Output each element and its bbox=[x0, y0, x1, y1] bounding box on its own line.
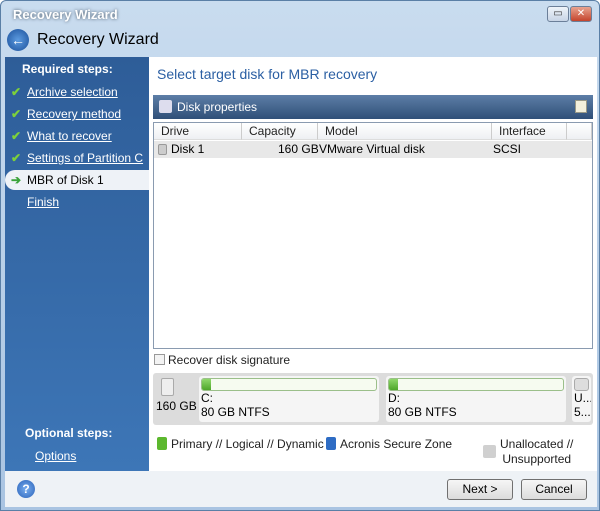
cancel-button[interactable]: Cancel bbox=[521, 479, 587, 500]
column-filler bbox=[567, 123, 592, 140]
green-swatch-icon bbox=[157, 437, 167, 450]
column-drive[interactable]: Drive bbox=[154, 123, 242, 140]
options-link[interactable]: Options bbox=[5, 446, 149, 466]
disk-icon bbox=[158, 144, 167, 155]
disk-properties-label: Disk properties bbox=[177, 100, 258, 114]
disk-map: 160 GB C: 80 GB NTFS D: 80 GB NTFS U... … bbox=[153, 373, 593, 425]
step-label: Finish bbox=[27, 195, 60, 209]
disk-properties-icon bbox=[159, 100, 172, 113]
check-icon: ✔ bbox=[11, 85, 22, 99]
usage-fill bbox=[389, 379, 398, 390]
close-button[interactable]: ✕ bbox=[570, 6, 592, 22]
partition-letter: D: bbox=[388, 391, 400, 405]
minimize-button[interactable]: ▭ bbox=[547, 6, 569, 22]
recover-signature-checkbox[interactable]: Recover disk signature bbox=[154, 353, 290, 367]
disk-icon bbox=[161, 378, 174, 396]
partition-info: 5... bbox=[574, 405, 591, 419]
header-title: Recovery Wizard bbox=[37, 31, 159, 48]
arrow-right-icon: ➔ bbox=[11, 173, 22, 187]
optional-steps-label: Optional steps: bbox=[25, 426, 113, 440]
partition-letter: C: bbox=[201, 391, 213, 405]
step-label: Recovery method bbox=[27, 107, 122, 121]
main-panel: Select target disk for MBR recovery Disk… bbox=[149, 57, 597, 471]
step-label: Settings of Partition C bbox=[27, 151, 144, 165]
legend-primary: Primary // Logical // Dynamic bbox=[157, 437, 324, 451]
step-archive-selection[interactable]: ✔ Archive selection bbox=[5, 82, 149, 102]
step-what-to-recover[interactable]: ✔ What to recover bbox=[5, 126, 149, 146]
disk-size: 160 GB bbox=[156, 399, 197, 413]
step-label: Archive selection bbox=[27, 85, 118, 99]
column-model[interactable]: Model bbox=[318, 123, 492, 140]
back-arrow-icon[interactable]: ← bbox=[7, 29, 29, 51]
footer: ? Next > Cancel bbox=[5, 471, 597, 507]
step-recovery-method[interactable]: ✔ Recovery method bbox=[5, 104, 149, 124]
page-title: Select target disk for MBR recovery bbox=[157, 66, 378, 82]
checkbox-label: Recover disk signature bbox=[168, 353, 291, 367]
wizard-window: Recovery Wizard ▭ ✕ ← Recovery Wizard Re… bbox=[0, 0, 600, 511]
legend-unallocated: Unallocated //Unsupported bbox=[500, 437, 574, 466]
step-label: MBR of Disk 1 bbox=[27, 173, 104, 187]
step-label: What to recover bbox=[27, 129, 112, 143]
step-settings-partition-c[interactable]: ✔ Settings of Partition C bbox=[5, 148, 149, 168]
cell-interface: SCSI bbox=[493, 142, 522, 156]
step-finish[interactable]: Finish bbox=[5, 192, 149, 212]
partition-unallocated[interactable]: U... 5... bbox=[572, 376, 591, 422]
check-icon: ✔ bbox=[11, 151, 22, 165]
required-steps-label: Required steps: bbox=[22, 62, 113, 76]
partition-letter: U... bbox=[574, 391, 591, 405]
column-interface[interactable]: Interface bbox=[492, 123, 567, 140]
properties-page-icon[interactable] bbox=[575, 100, 587, 113]
window-title: Recovery Wizard bbox=[13, 7, 118, 22]
check-icon: ✔ bbox=[11, 129, 22, 143]
partition-c[interactable]: C: 80 GB NTFS bbox=[199, 376, 379, 422]
check-icon: ✔ bbox=[11, 107, 22, 121]
partition-info: 80 GB NTFS bbox=[388, 405, 457, 419]
cell-capacity: 160 GB bbox=[278, 142, 319, 156]
disk-properties-toolbar[interactable]: Disk properties bbox=[153, 95, 593, 119]
checkbox[interactable] bbox=[154, 354, 165, 365]
cell-drive: Disk 1 bbox=[171, 142, 205, 156]
table-row[interactable]: Disk 1 160 GB VMware Virtual disk SCSI bbox=[154, 141, 592, 158]
partition-info: 80 GB NTFS bbox=[201, 405, 270, 419]
legend-asz: Acronis Secure Zone bbox=[326, 437, 452, 451]
next-button[interactable]: Next > bbox=[447, 479, 513, 500]
cell-model: VMware Virtual disk bbox=[319, 142, 425, 156]
step-mbr-disk-1[interactable]: ➔ MBR of Disk 1 bbox=[5, 170, 149, 190]
gray-swatch-icon bbox=[483, 445, 496, 458]
usage-fill bbox=[202, 379, 211, 390]
partition-d[interactable]: D: 80 GB NTFS bbox=[386, 376, 566, 422]
disk-table: Drive Capacity Model Interface Disk 1 16… bbox=[153, 122, 593, 349]
column-capacity[interactable]: Capacity bbox=[242, 123, 318, 140]
help-icon[interactable]: ? bbox=[17, 480, 35, 498]
header: ← Recovery Wizard bbox=[5, 27, 597, 55]
blue-swatch-icon bbox=[326, 437, 336, 450]
